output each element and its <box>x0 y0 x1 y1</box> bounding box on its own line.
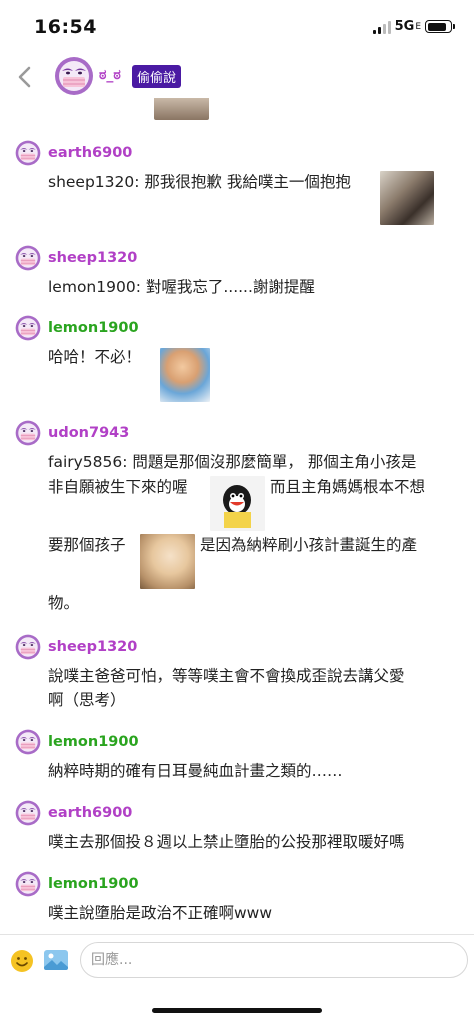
avatar[interactable] <box>15 729 41 755</box>
message-text: lemon1900: 對喔我忘了......謝謝提醒 <box>48 278 315 296</box>
avatar[interactable] <box>15 800 41 826</box>
message-username[interactable]: sheep1320 <box>48 250 137 266</box>
message-text: 要那個孩子 <box>48 536 126 554</box>
message-username[interactable]: lemon1900 <box>48 320 139 336</box>
message-username[interactable]: udon7943 <box>48 425 129 441</box>
message-text: fairy5856: 問題是那個沒那麼簡單， 那個主角小孩是 <box>48 453 417 471</box>
sticker-image[interactable] <box>154 98 209 120</box>
message-text: sheep1320: 那我很抱歉 我給噗主一個抱抱 <box>48 173 351 191</box>
message-text: 物。 <box>48 594 80 612</box>
avatar[interactable] <box>54 56 94 96</box>
sticker-image[interactable] <box>160 348 210 402</box>
home-indicator[interactable] <box>152 1008 322 1013</box>
avatar[interactable] <box>15 871 41 897</box>
message-username[interactable]: earth6900 <box>48 805 132 821</box>
sticker-image[interactable] <box>140 534 195 589</box>
sticker-image[interactable] <box>210 476 265 531</box>
message-username[interactable]: lemon1900 <box>48 876 139 892</box>
message-text: 哈哈！不必！ <box>48 348 142 366</box>
avatar[interactable] <box>15 245 41 271</box>
status-time: 16:54 <box>34 16 97 38</box>
smiley-icon[interactable] <box>10 949 34 973</box>
anonymous-badge: 偷偷說 <box>132 65 182 88</box>
message-text: 說噗主爸爸可怕，等等噗主會不會換成歪說去講父愛 <box>48 667 405 685</box>
header-name[interactable]: ಠ_ಠ <box>99 67 121 83</box>
battery-fill <box>427 22 447 31</box>
avatar[interactable] <box>15 634 41 660</box>
reply-input[interactable] <box>80 942 468 978</box>
message-text: 而且主角媽媽根本不想 <box>270 478 426 496</box>
message-text: 噗主說墮胎是政治不正確啊www <box>48 904 273 922</box>
message-text: 納粹時期的確有日耳曼純血計畫之類的…… <box>48 762 343 780</box>
network-label: 5G <box>394 19 415 34</box>
avatar[interactable] <box>15 140 41 166</box>
chat-list[interactable]: earth6900 sheep1320: 那我很抱歉 我給噗主一個抱抱 shee… <box>0 98 474 934</box>
status-bar: 16:54 5G E <box>0 0 474 56</box>
message-text: 噗主去那個投８週以上禁止墮胎的公投那裡取暖好嗎 <box>48 833 405 851</box>
message-text: 啊（思考） <box>48 691 126 709</box>
message-username[interactable]: earth6900 <box>48 145 132 161</box>
image-icon[interactable] <box>43 947 69 973</box>
sticker-image[interactable] <box>380 171 434 225</box>
chat-header: ಠ_ಠ 偷偷說 <box>0 56 474 98</box>
network-suffix: E <box>415 21 421 32</box>
chevron-left-icon[interactable] <box>14 64 36 90</box>
message-text: 是因為納粹刷小孩計畫誕生的產 <box>200 536 418 554</box>
battery-icon <box>425 20 455 33</box>
reply-bar <box>0 934 474 990</box>
status-indicators: 5G E <box>372 19 455 34</box>
signal-icon <box>372 20 391 34</box>
penguin-sticker-icon <box>223 485 251 528</box>
avatar[interactable] <box>15 420 41 446</box>
avatar[interactable] <box>15 315 41 341</box>
message-username[interactable]: lemon1900 <box>48 734 139 750</box>
message-username[interactable]: sheep1320 <box>48 639 137 655</box>
message-text: 非自願被生下來的喔 <box>48 478 188 496</box>
